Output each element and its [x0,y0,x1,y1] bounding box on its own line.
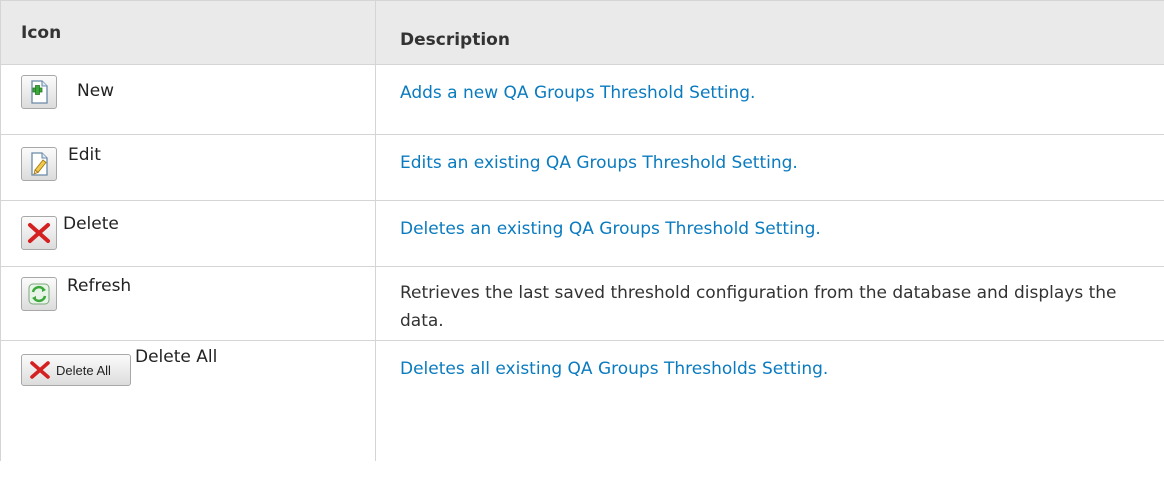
description-refresh: Retrieves the last saved threshold confi… [400,283,1117,331]
table-row-delete: Delete Deletes an existing QA Groups Thr… [0,201,1164,267]
header-icon: Icon [0,1,376,64]
icon-description-table: Icon Description New Adds a new QA Group… [0,0,1164,461]
edit-pencil-icon [31,152,48,176]
delete-x-icon [30,361,50,379]
table-row-delete-all: Delete All Delete All Deletes all existi… [0,341,1164,461]
table-row-refresh: Refresh Retrieves the last saved thresho… [0,267,1164,341]
label-delete: Delete [63,214,119,234]
refresh-icon [28,283,50,305]
delete-x-icon [28,223,50,243]
label-edit: Edit [68,145,101,165]
table-header-row: Icon Description [0,1,1164,65]
table-row-new: New Adds a new QA Groups Threshold Setti… [0,65,1164,135]
label-refresh: Refresh [67,276,132,296]
label-delete-all: Delete All [135,347,218,367]
new-document-icon [31,80,48,104]
description-new: Adds a new QA Groups Threshold Setting. [400,83,756,103]
delete-all-button-text: Delete All [56,363,111,378]
description-edit: Edits an existing QA Groups Threshold Se… [400,153,798,173]
delete-button[interactable] [21,216,57,250]
description-delete: Deletes an existing QA Groups Threshold … [400,219,821,239]
description-delete-all: Deletes all existing QA Groups Threshold… [400,359,829,379]
new-button[interactable] [21,75,57,109]
delete-all-button[interactable]: Delete All [21,354,131,386]
label-new: New [77,81,115,101]
table-row-edit: Edit Edits an existing QA Groups Thresho… [0,135,1164,201]
edit-button[interactable] [21,147,57,181]
header-description: Description [400,29,510,50]
refresh-button[interactable] [21,277,57,311]
